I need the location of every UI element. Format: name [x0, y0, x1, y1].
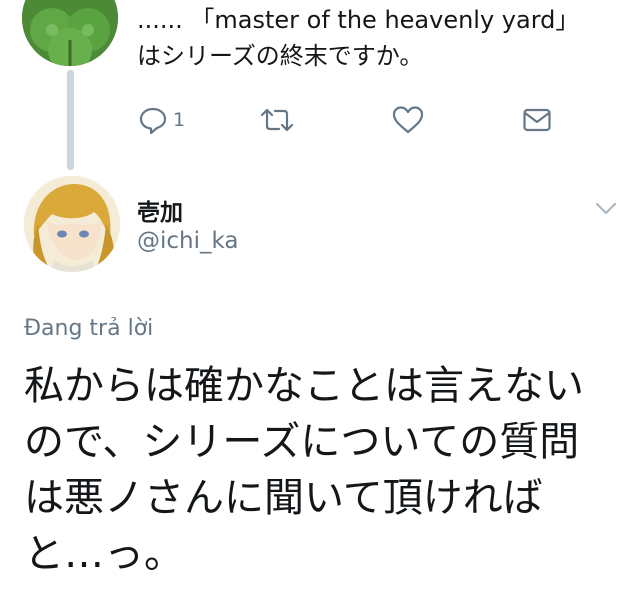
heart-icon — [392, 106, 424, 134]
parent-tweet-line-2: はシリーズの終末ですか。 — [137, 42, 424, 70]
parent-avatar[interactable] — [22, 0, 118, 66]
tweet-menu-button[interactable] — [594, 198, 618, 218]
tweet-text-line-4: と…っ。 — [24, 531, 184, 577]
parent-tweet-line-1: ...... 「master of the heavenly yard」 — [137, 6, 580, 34]
retweet-icon — [260, 108, 294, 132]
reply-icon — [139, 107, 167, 135]
like-button[interactable] — [391, 100, 425, 140]
reply-count: 1 — [173, 109, 186, 131]
replying-to-label[interactable]: Đang trả lời — [24, 316, 153, 341]
direct-message-button[interactable] — [521, 100, 553, 140]
tweet-text-line-3: は悪ノさんに聞いて頂ければ — [24, 475, 543, 521]
tweet-text-line-2: ので、シリーズについての質問 — [24, 419, 580, 465]
retweet-button[interactable] — [259, 100, 295, 140]
envelope-icon — [523, 108, 551, 132]
chevron-down-icon — [595, 202, 617, 215]
author-avatar[interactable] — [24, 176, 120, 272]
thread-connector-line — [67, 70, 74, 170]
anime-avatar-icon — [24, 176, 120, 272]
tweet-actions-bar: 1 — [137, 100, 577, 140]
tweet-text-line-1: 私からは確かなことは言えない — [24, 363, 584, 409]
tweet-text: 私からは確かなことは言えない ので、シリーズについての質問 は悪ノさんに聞いて頂… — [24, 358, 624, 582]
author-handle[interactable]: @ichi_ka — [137, 228, 239, 254]
reply-button[interactable]: 1 — [137, 100, 185, 140]
clover-icon — [22, 0, 118, 66]
author-display-name[interactable]: 壱加 — [137, 193, 183, 227]
parent-tweet-text: ...... 「master of the heavenly yard」 はシリ… — [137, 2, 617, 74]
